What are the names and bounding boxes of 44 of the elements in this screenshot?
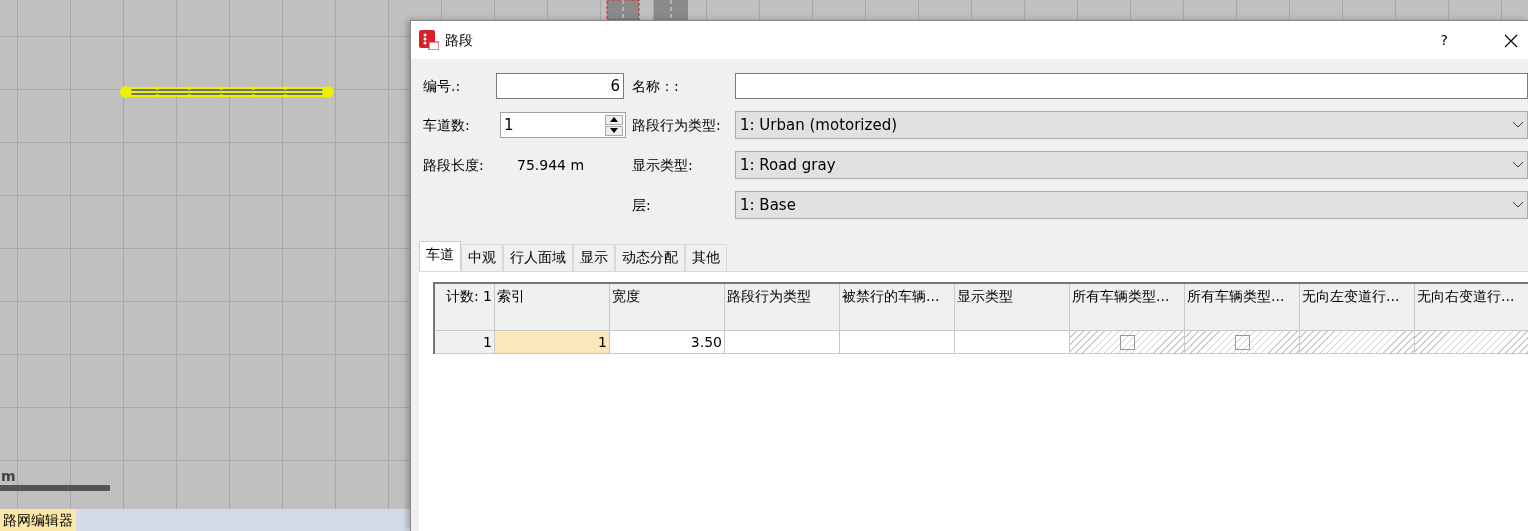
length-value: 75.944 m [516, 155, 586, 175]
layer-dropdown[interactable]: 1: Base [735, 191, 1528, 219]
number-field[interactable]: 6 [496, 73, 624, 99]
column-header: 路段行为类型 [725, 284, 840, 331]
table-cell: 3.50 [610, 331, 725, 354]
name-field[interactable] [735, 73, 1528, 99]
row-count-header: 计数: 1 [435, 284, 495, 331]
tab[interactable]: 其他 [685, 244, 727, 271]
tab[interactable]: 显示 [573, 244, 615, 271]
field-label: 编号.: [423, 76, 462, 96]
lanes-field[interactable]: 1 [500, 112, 626, 138]
column-header: 所有车辆类型... [1185, 284, 1300, 331]
column-header: 宽度 [610, 284, 725, 331]
display-type-dropdown[interactable]: 1: Road gray [735, 151, 1528, 179]
row-header: 1 [435, 331, 495, 354]
field-label: 路段行为类型: [632, 115, 722, 135]
column-header: 被禁行的车辆... [840, 284, 955, 331]
tab[interactable]: 中观 [461, 244, 503, 271]
window-title: 路段 [445, 30, 473, 50]
field-label: 显示类型: [632, 155, 694, 175]
scale-unit: m [1, 467, 16, 486]
checkbox[interactable] [1234, 334, 1250, 350]
field-label: 层: [632, 195, 652, 215]
field-label: 路段长度: [423, 155, 485, 175]
tab[interactable]: 动态分配 [615, 244, 685, 271]
editor-label: 路网编辑器 [0, 509, 76, 531]
close-icon [1504, 33, 1518, 48]
chevron-down-icon [1513, 202, 1523, 208]
tab[interactable]: 行人面域 [503, 244, 573, 271]
table-cell: 1 [495, 331, 610, 354]
field-label: 车道数: [423, 115, 471, 135]
column-header: 显示类型 [955, 284, 1070, 331]
column-header: 所有车辆类型... [1070, 284, 1185, 331]
column-header: 无向左变道行... [1300, 284, 1415, 331]
column-header: 无向右变道行... [1415, 284, 1528, 331]
behavior-type-dropdown[interactable]: 1: Urban (motorized) [735, 111, 1528, 139]
chevron-down-icon [1513, 122, 1523, 128]
chevron-down-icon [1513, 162, 1523, 168]
tab[interactable]: 车道 [419, 241, 461, 271]
field-label: 名称：: [632, 76, 680, 96]
column-header: 索引 [495, 284, 610, 331]
help-button[interactable]: ? [1434, 29, 1454, 51]
checkbox[interactable] [1119, 334, 1135, 350]
app-icon [419, 30, 439, 50]
